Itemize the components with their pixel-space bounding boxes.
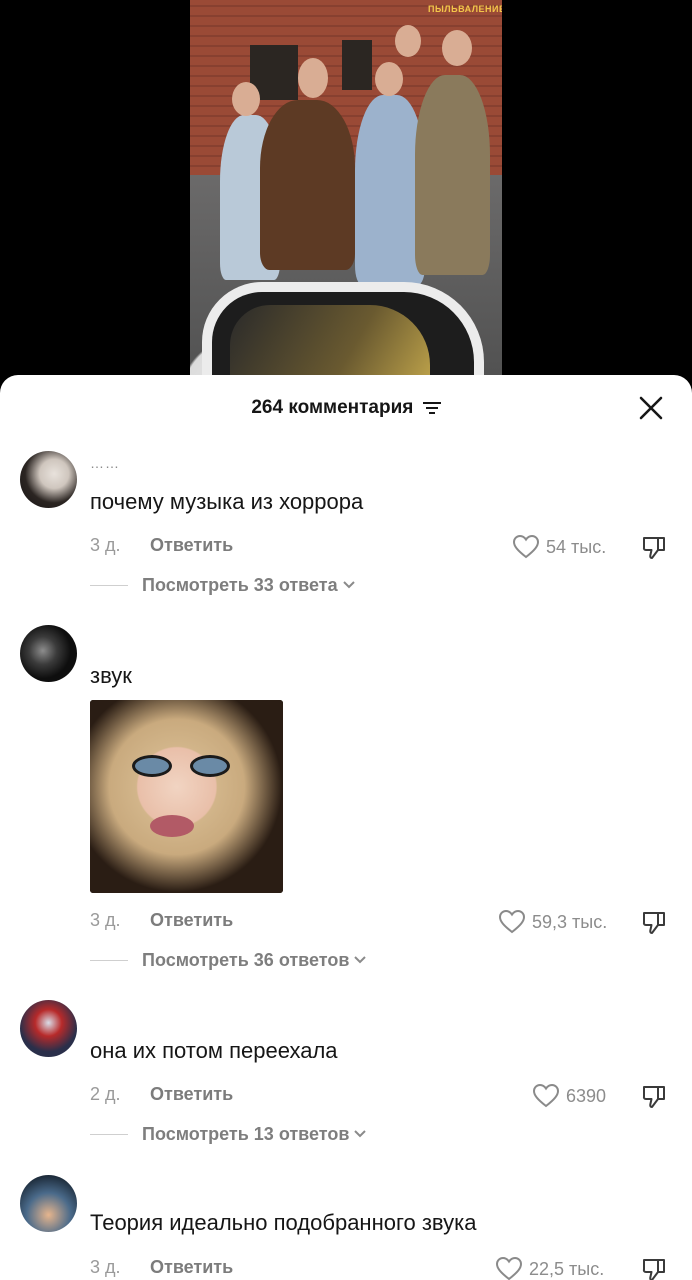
dislike-icon[interactable] xyxy=(640,533,668,561)
comment-username[interactable]: …… xyxy=(90,455,120,471)
view-replies-button[interactable]: Посмотреть 36 ответов xyxy=(90,948,367,972)
comment-item: Теория идеально подобранного звука 3 д. … xyxy=(0,1175,692,1280)
sticker-eye xyxy=(190,755,230,777)
reply-button[interactable]: Ответить xyxy=(150,535,233,556)
view-replies-label: Посмотреть 36 ответов xyxy=(142,949,350,970)
heart-icon xyxy=(498,909,526,934)
video-frame: ПЫЛЬВАЛЕНИЕ xyxy=(190,0,502,390)
comment-age: 3 д. xyxy=(90,1257,121,1277)
person-head xyxy=(232,82,260,116)
comment-meta: 2 д. Ответить 6390 xyxy=(90,1082,692,1114)
dislike-icon[interactable] xyxy=(640,1082,668,1110)
comment-age: 3 д. xyxy=(90,910,121,930)
comment-meta: 3 д. Ответить 59,3 тыс. xyxy=(90,908,692,940)
comment-text: почему музыка из хоррора xyxy=(90,489,364,514)
like-count: 22,5 тыс. xyxy=(529,1258,605,1279)
mirror-reflection xyxy=(230,305,430,385)
comment-item: …… почему музыка из хоррора 3 д. Ответит… xyxy=(0,451,692,611)
comments-header: 264 комментария xyxy=(0,375,692,441)
view-replies-button[interactable]: Посмотреть 33 ответа xyxy=(90,573,356,597)
person-head xyxy=(298,58,328,98)
view-replies-button[interactable]: Посмотреть 13 ответов xyxy=(90,1122,367,1146)
video-player[interactable]: ПЫЛЬВАЛЕНИЕ xyxy=(0,0,692,400)
chevron-down-icon xyxy=(354,1130,367,1138)
comment-age: 2 д. xyxy=(90,1084,121,1104)
comments-count-title: 264 комментария xyxy=(0,397,692,419)
comment-text: звук xyxy=(90,663,132,688)
heart-icon xyxy=(495,1256,523,1280)
sticker-lips xyxy=(150,815,194,837)
comment-item: звук 3 д. Ответить 59,3 тыс. Посмотреть … xyxy=(0,625,692,985)
heart-icon xyxy=(512,534,540,559)
avatar[interactable] xyxy=(20,451,77,508)
comments-sheet: 264 комментария …… почему музыка из хорр… xyxy=(0,375,692,1280)
sticker-eye xyxy=(132,755,172,777)
person-head xyxy=(442,30,472,66)
comment-text: Теория идеально подобранного звука xyxy=(90,1210,477,1235)
avatar[interactable] xyxy=(20,625,77,682)
view-replies-label: Посмотреть 33 ответа xyxy=(142,574,338,595)
like-button[interactable]: 22,5 тыс. xyxy=(495,1255,604,1280)
avatar[interactable] xyxy=(20,1000,77,1057)
reply-button[interactable]: Ответить xyxy=(150,1257,233,1278)
comments-count-label: 264 комментария xyxy=(251,397,414,418)
comment-meta: 3 д. Ответить 54 тыс. xyxy=(90,533,692,565)
comment-text: она их потом переехала xyxy=(90,1038,338,1063)
building-window xyxy=(342,40,372,90)
reply-button[interactable]: Ответить xyxy=(150,910,233,931)
divider-line xyxy=(90,959,128,961)
sticker-face xyxy=(90,700,283,893)
dislike-icon[interactable] xyxy=(640,1255,668,1280)
divider-line xyxy=(90,584,128,586)
reply-button[interactable]: Ответить xyxy=(150,1084,233,1105)
comment-item: она их потом переехала 2 д. Ответить 639… xyxy=(0,1000,692,1160)
view-replies-label: Посмотреть 13 ответов xyxy=(142,1123,350,1144)
comment-sticker-image[interactable] xyxy=(90,700,283,893)
like-button[interactable]: 54 тыс. xyxy=(512,533,606,561)
comment-age: 3 д. xyxy=(90,535,121,555)
person-head xyxy=(375,62,403,96)
like-count: 59,3 тыс. xyxy=(532,911,608,932)
comment-meta: 3 д. Ответить 22,5 тыс. xyxy=(90,1255,692,1280)
heart-icon xyxy=(532,1083,560,1108)
divider-line xyxy=(90,1133,128,1135)
sort-lines-icon[interactable] xyxy=(422,400,441,414)
like-button[interactable]: 6390 xyxy=(532,1082,606,1110)
close-x-icon[interactable] xyxy=(638,395,664,421)
avatar[interactable] xyxy=(20,1175,77,1232)
person-figure xyxy=(415,75,490,275)
building-sign: ПЫЛЬВАЛЕНИЕ xyxy=(428,4,502,14)
like-count: 54 тыс. xyxy=(546,536,607,557)
person-head xyxy=(395,25,421,57)
chevron-down-icon xyxy=(342,581,355,589)
person-figure xyxy=(260,100,355,270)
chevron-down-icon xyxy=(354,956,367,964)
like-button[interactable]: 59,3 тыс. xyxy=(498,908,607,936)
dislike-icon[interactable] xyxy=(640,908,668,936)
like-count: 6390 xyxy=(566,1085,607,1106)
